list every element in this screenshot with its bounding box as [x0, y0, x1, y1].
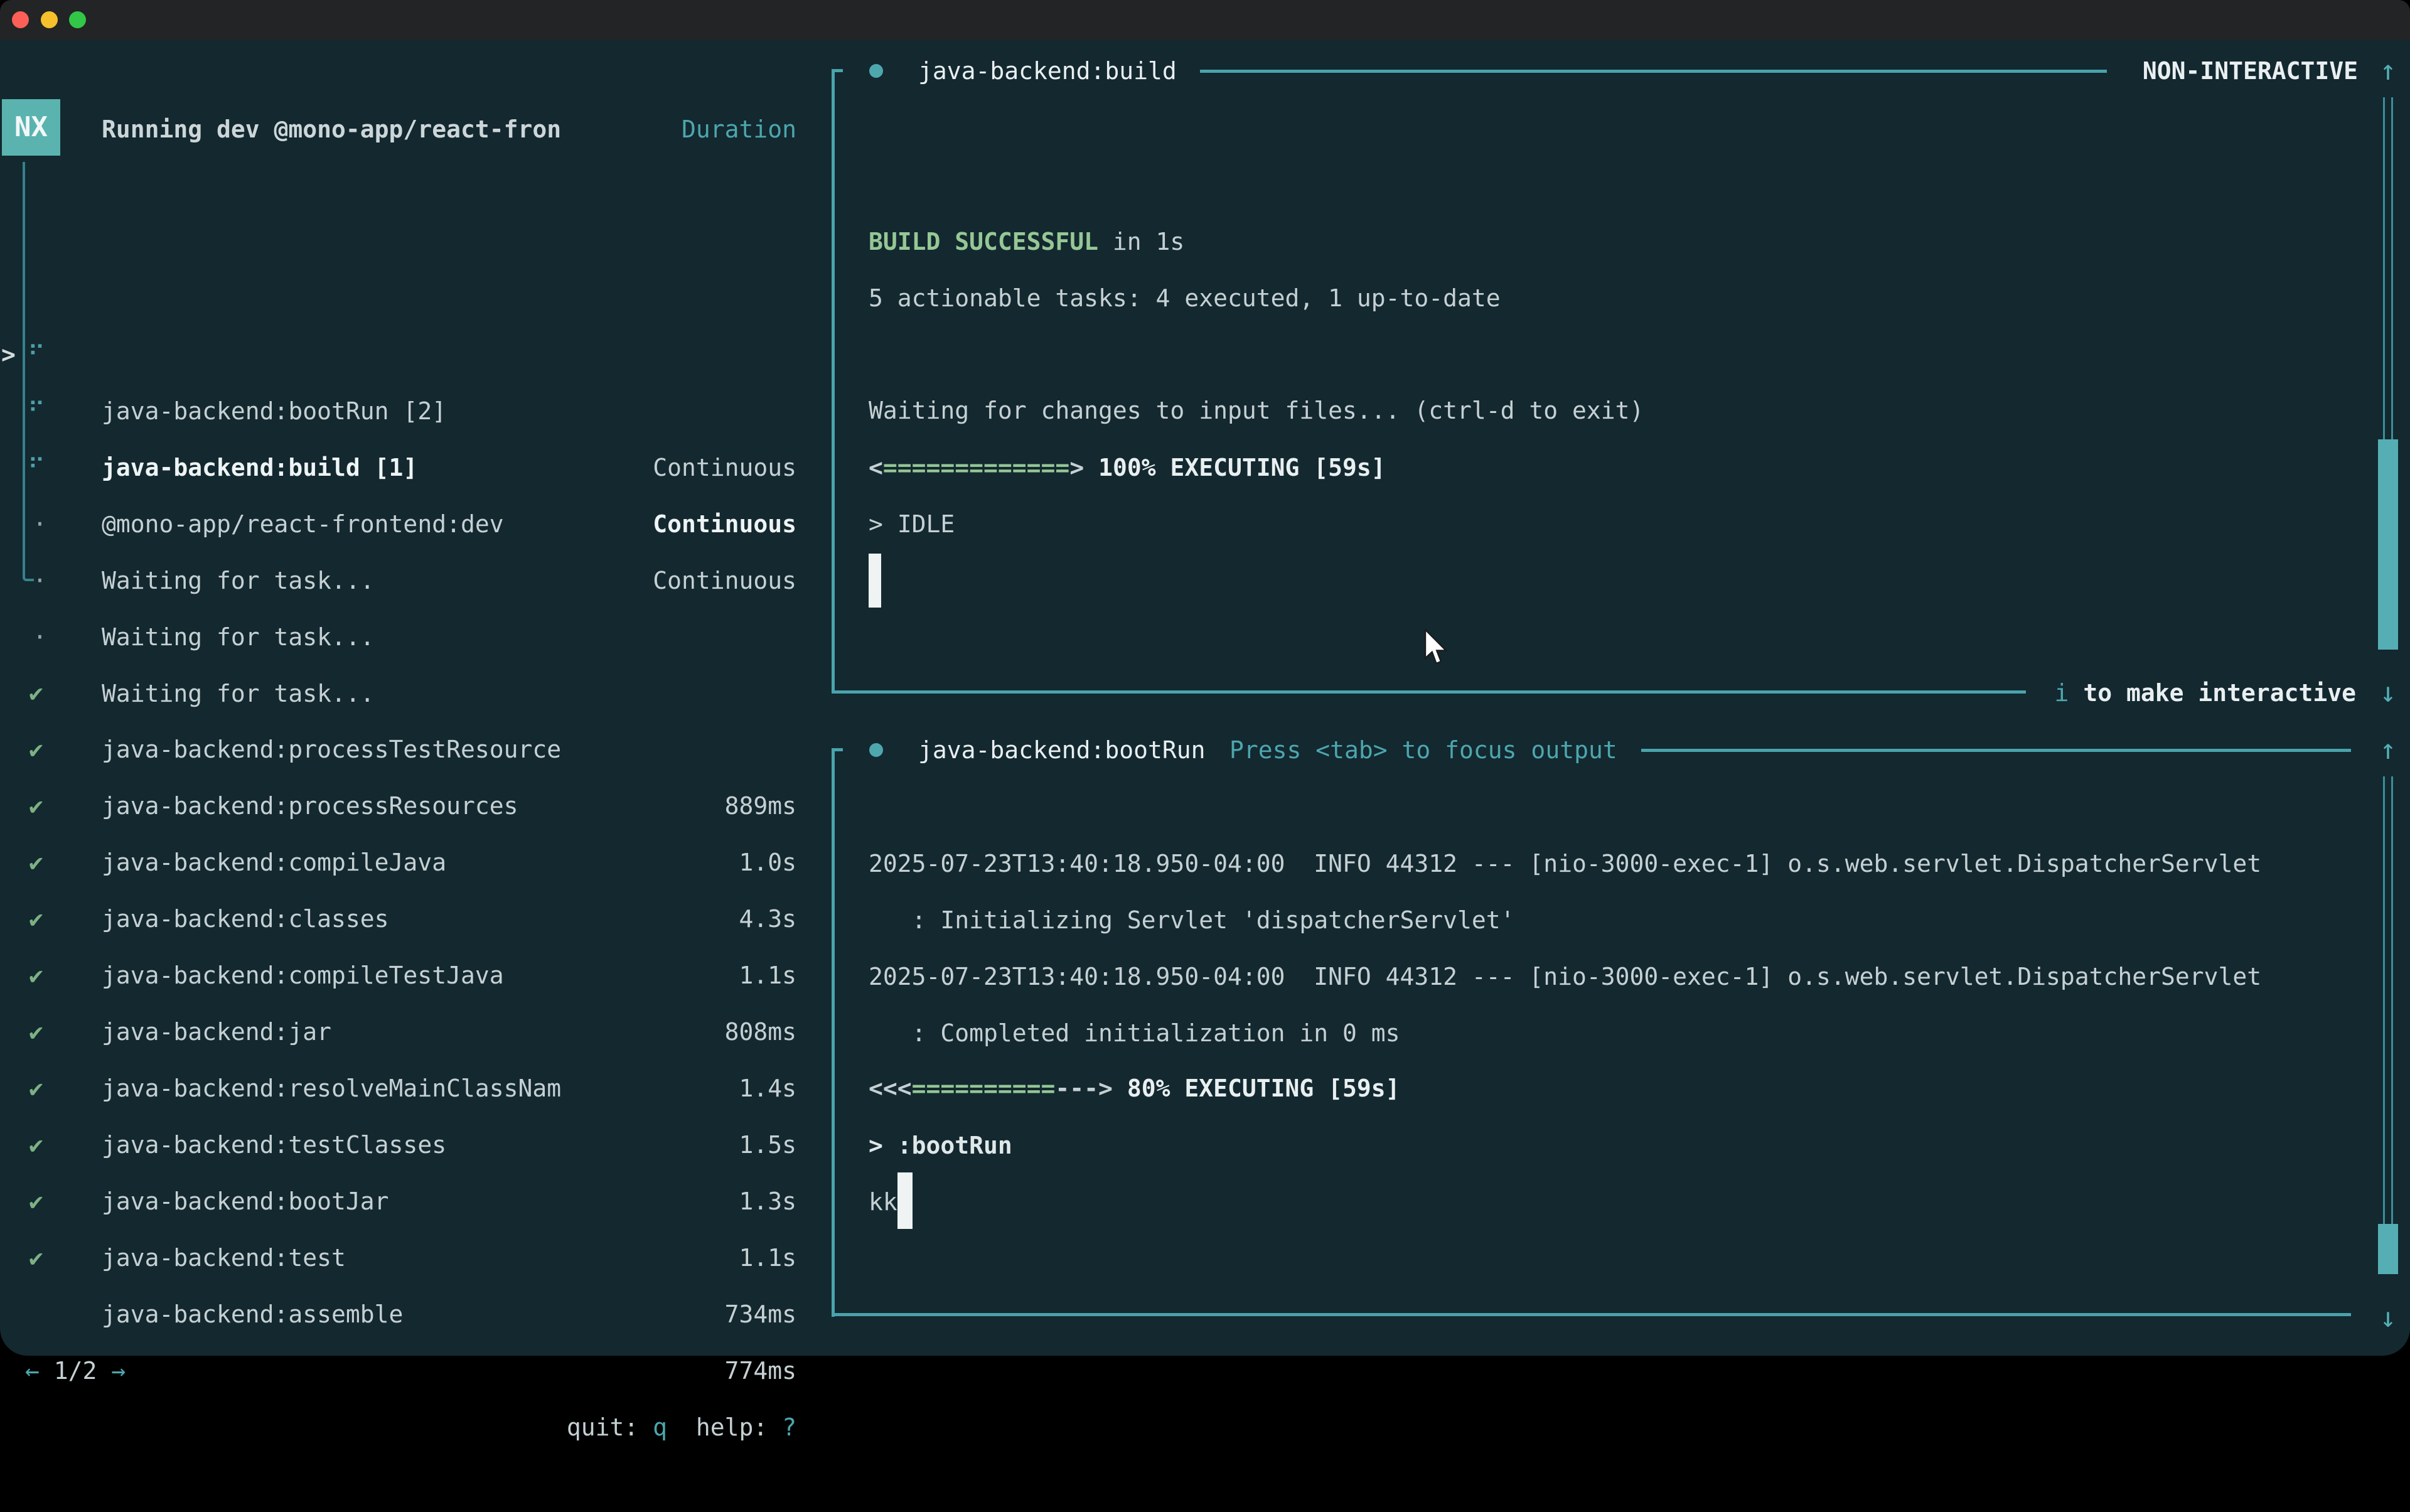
progress-open-bracket: < [869, 454, 883, 481]
task-list-title: Running dev @mono-app/react-fron [102, 101, 561, 158]
panel-left-border [832, 69, 835, 694]
panel-bottom-rule [832, 690, 2026, 694]
completed-task-list: ✔ java-backend:processTestResource 889ms… [0, 608, 832, 1230]
progress-status: 80% EXECUTING [59s] [1113, 1075, 1400, 1102]
progress-open-bracket: <<< [869, 1075, 912, 1102]
log-output: 2025-07-23T13:40:18.950-04:00 INFO 44312… [869, 835, 2337, 1061]
task-row[interactable]: ✔ java-backend:assemble 774ms [0, 1173, 832, 1230]
task-list-pane: NX Running dev @mono-app/react-fron Dura… [0, 40, 832, 1356]
waiting-for-changes-line: Waiting for changes to input files... (c… [869, 382, 1644, 439]
task-label: Waiting for task... [102, 552, 375, 609]
progress-close-bracket: ---> [1055, 1075, 1113, 1102]
gradle-progress-bar: <=============> 100% EXECUTING [59s] [869, 439, 1386, 496]
task-row[interactable]: ✔ java-backend:classes 1.1s [0, 778, 832, 834]
build-time-text: in 1s [1098, 228, 1184, 255]
progress-close-bracket: > [1069, 454, 1084, 481]
panel-header-rule [1641, 749, 2351, 752]
task-row[interactable]: ✔ java-backend:compileJava 4.3s [0, 721, 832, 778]
scrollbar-thumb[interactable] [2378, 439, 2398, 650]
scrollbar-thumb[interactable] [2378, 1224, 2398, 1274]
mouse-cursor [1422, 629, 1450, 668]
quit-key: q [653, 1413, 667, 1441]
task-row[interactable]: ✔ java-backend:jar 1.4s [0, 891, 832, 947]
build-result-line: BUILD SUCCESSFUL in 1s [869, 213, 1184, 270]
scrollbar-track[interactable] [2383, 776, 2393, 1224]
page-indicator: 1/2 [40, 1357, 111, 1385]
close-button-icon[interactable] [12, 11, 29, 28]
log-line: 2025-07-23T13:40:18.950-04:00 INFO 44312… [869, 835, 2337, 892]
build-successful-text: BUILD SUCCESSFUL [869, 228, 1098, 255]
progress-fill: ========== [912, 1075, 1056, 1102]
check-icon: ✔ [29, 1230, 43, 1286]
bootrun-panel-title: java-backend:bootRun [918, 722, 1206, 778]
task-list-footer: ← 1/2 → quit: q help: ? [0, 1286, 832, 1343]
panel-bottom-rule [832, 1313, 2351, 1316]
task-bullet-icon [869, 64, 883, 78]
interactive-hint-text: to make interactive [2069, 679, 2356, 707]
task-row[interactable]: · Waiting for task... [0, 496, 832, 552]
task-row[interactable]: ✔ java-backend:processTestResource 889ms [0, 608, 832, 665]
task-row[interactable]: · Waiting for task... [0, 439, 832, 496]
interactive-hint: i to make interactive [2055, 665, 2356, 721]
quit-label: quit: [567, 1413, 638, 1441]
task-row[interactable]: > ⠋ java-backend:build [1] Continuous [0, 270, 832, 326]
progress-fill: ============= [883, 454, 1069, 481]
gradle-progress-bar: <<<==========---> 80% EXECUTING [59s] [869, 1060, 1400, 1117]
task-row[interactable]: · Waiting for task... [0, 383, 832, 439]
log-line-text: : Completed initialization in 0 ms [869, 1019, 1400, 1047]
minimize-button-icon[interactable] [41, 11, 58, 28]
task-label: java-backend:test [102, 1230, 346, 1286]
task-row[interactable]: ✔ java-backend:bootJar 1.1s [0, 1060, 832, 1117]
help-label: help: [696, 1413, 768, 1441]
log-line: : Completed initialization in 0 ms [869, 1005, 2337, 1061]
log-line-text: 2025-07-23T13:40:18.950-04:00 INFO 44312… [869, 850, 2261, 877]
task-duration: Continuous [653, 552, 796, 609]
task-duration: 774ms [725, 1343, 796, 1399]
non-interactive-badge: NON-INTERACTIVE [2143, 43, 2358, 99]
next-page-arrow-icon[interactable]: → [111, 1357, 126, 1385]
zoom-button-icon[interactable] [69, 11, 86, 28]
tasks-summary-line: 5 actionable tasks: 4 executed, 1 up-to-… [869, 270, 1501, 326]
keyboard-hints: quit: q help: ? [567, 1399, 796, 1456]
gradle-task-prompt: > :bootRun [869, 1117, 1012, 1174]
task-row[interactable]: ⠋ @mono-app/react-frontend:dev Continuou… [0, 326, 832, 383]
interactive-hint-key: i [2055, 679, 2069, 707]
prev-page-arrow-icon[interactable]: ← [25, 1357, 40, 1385]
focus-output-hint: Press <tab> to focus output [1229, 722, 1617, 778]
terminal-cursor [897, 1172, 913, 1229]
task-duration: 1.1s [739, 1230, 796, 1286]
task-row[interactable]: ✔ java-backend:processResources 1.0s [0, 665, 832, 721]
scroll-up-icon[interactable]: ↑ [2373, 43, 2403, 99]
log-line-text: 2025-07-23T13:40:18.950-04:00 INFO 44312… [869, 963, 2261, 990]
log-line: 2025-07-23T13:40:18.950-04:00 INFO 44312… [869, 948, 2337, 1005]
scroll-down-icon[interactable]: ↓ [2373, 1290, 2403, 1346]
task-bullet-icon [869, 743, 883, 757]
log-line-text: : Initializing Servlet 'dispatcherServle… [869, 906, 1515, 934]
duration-column-header: Duration [682, 101, 796, 158]
task-list-header: Running dev @mono-app/react-fron Duratio… [0, 101, 832, 158]
window-titlebar [0, 0, 2410, 40]
running-task-list: ⠋ java-backend:bootRun [2] Continuous > … [0, 213, 832, 552]
build-panel-title: java-backend:build [918, 43, 1177, 99]
idle-line: > IDLE [869, 496, 955, 552]
terminal-cursor [869, 554, 881, 608]
log-line: : Initializing Servlet 'dispatcherServle… [869, 892, 2337, 948]
panel-left-border [832, 748, 835, 1317]
stdin-input-text[interactable]: kk [869, 1174, 897, 1230]
task-row[interactable]: ✔ java-backend:test 734ms [0, 1117, 832, 1173]
task-row[interactable]: ✔ java-backend:testClasses 1.3s [0, 1004, 832, 1060]
progress-status: 100% EXECUTING [59s] [1084, 454, 1385, 481]
task-row[interactable]: ⠋ java-backend:bootRun [2] Continuous [0, 213, 832, 270]
task-row[interactable]: ✔ java-backend:resolveMainClassNam 1.5s [0, 947, 832, 1004]
scroll-up-icon[interactable]: ↑ [2373, 722, 2403, 778]
scroll-down-icon[interactable]: ↓ [2373, 665, 2403, 721]
panel-header-rule [1200, 70, 2107, 73]
help-key: ? [782, 1413, 796, 1441]
task-row[interactable]: ✔ java-backend:compileTestJava 808ms [0, 834, 832, 891]
pager: ← 1/2 → [25, 1343, 126, 1399]
